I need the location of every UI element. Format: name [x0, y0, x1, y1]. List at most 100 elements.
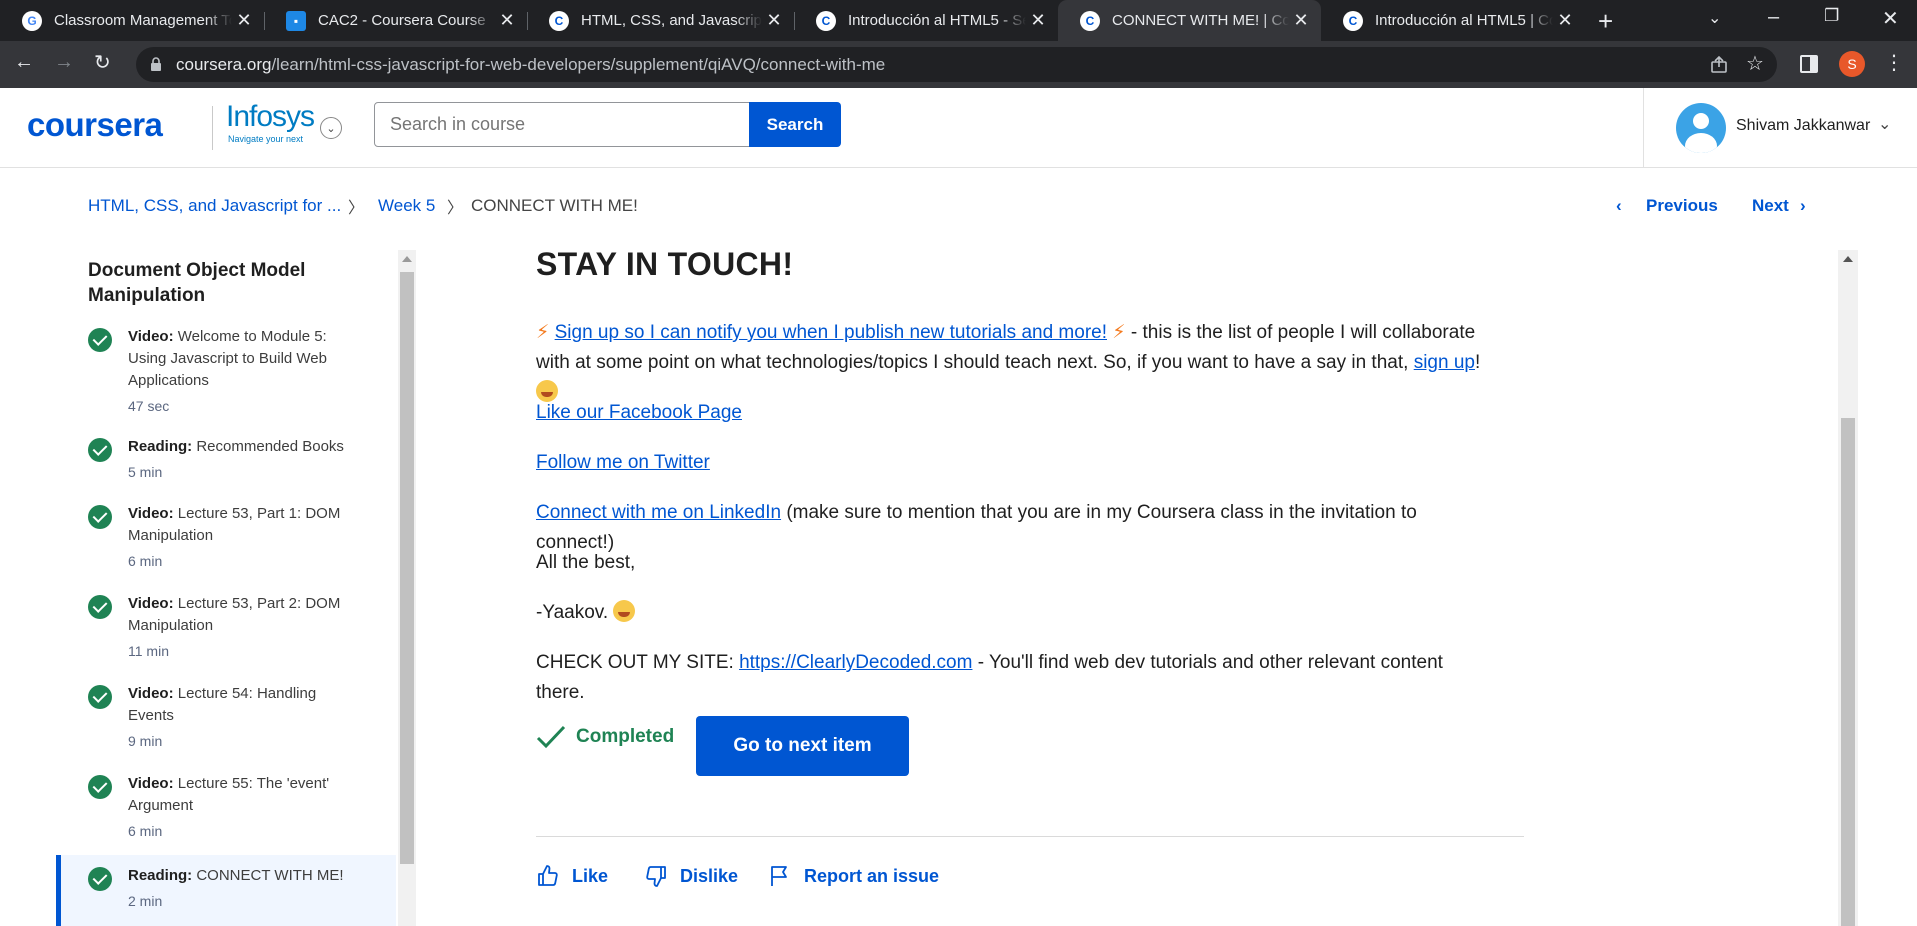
- scroll-up-icon[interactable]: [402, 256, 412, 262]
- chevron-right-icon[interactable]: ›: [1800, 196, 1806, 216]
- profile-initial: S: [1847, 56, 1857, 72]
- item-duration: 5 min: [128, 464, 163, 480]
- browser-tab[interactable]: C Introducción al HTML5 | Co ✕: [1321, 0, 1585, 41]
- like-label: Like: [572, 865, 609, 886]
- item-duration: 47 sec: [128, 398, 170, 414]
- signup-short-link[interactable]: sign up: [1414, 352, 1475, 373]
- sidebar-item[interactable]: Video: Lecture 55: The 'event' Argument …: [56, 773, 396, 843]
- item-duration: 6 min: [128, 553, 163, 569]
- close-tab-icon[interactable]: ✕: [1553, 10, 1577, 31]
- coursera-icon: C: [1080, 10, 1100, 31]
- completed-check-icon: [88, 867, 112, 891]
- coursera-logo[interactable]: coursera: [27, 106, 163, 144]
- new-tab-icon[interactable]: +: [1598, 6, 1613, 37]
- item-duration: 11 min: [128, 643, 169, 659]
- dislike-button[interactable]: Dislike: [644, 864, 738, 888]
- sidebar-item[interactable]: Video: Welcome to Module 5: Using Javasc…: [56, 326, 396, 416]
- chrome-menu-icon[interactable]: ⋮: [1884, 50, 1904, 75]
- previous-link[interactable]: Previous: [1646, 196, 1718, 216]
- sidebar-item-current[interactable]: Reading: CONNECT WITH ME! 2 min: [56, 855, 396, 926]
- go-to-next-item-button[interactable]: Go to next item: [696, 716, 909, 776]
- report-label: Report an issue: [804, 865, 940, 886]
- signature-text: -Yaakov.: [536, 602, 609, 623]
- user-avatar-icon[interactable]: [1676, 103, 1726, 153]
- header-divider: [1643, 88, 1644, 168]
- sidebar-item[interactable]: Video: Lecture 53, Part 1: DOM Manipulat…: [56, 503, 396, 573]
- twitter-link[interactable]: Follow me on Twitter: [536, 452, 710, 473]
- url-text: coursera.org/learn/html-css-javascript-f…: [176, 55, 886, 74]
- tab-search-icon[interactable]: ⌄: [1708, 8, 1721, 28]
- close-tab-icon[interactable]: ✕: [232, 10, 256, 31]
- smiling-face-icon: [613, 600, 636, 622]
- item-duration: 9 min: [128, 733, 163, 749]
- close-tab-icon[interactable]: ✕: [1026, 10, 1050, 31]
- reload-icon[interactable]: ↻: [94, 50, 111, 75]
- completed-label: Completed: [576, 726, 675, 747]
- signup-link[interactable]: Sign up so I can notify you when I publi…: [555, 322, 1107, 343]
- bookmark-star-icon[interactable]: ☆: [1746, 51, 1764, 76]
- close-tab-icon[interactable]: ✕: [495, 10, 519, 31]
- scrollbar-thumb[interactable]: [400, 272, 414, 864]
- sidebar-item[interactable]: Video: Lecture 54: Handling Events 9 min: [56, 683, 396, 753]
- chevron-right-icon: 〉: [447, 200, 464, 217]
- breadcrumb-course[interactable]: HTML, CSS, and Javascript for ...: [88, 196, 341, 216]
- share-icon[interactable]: [1710, 56, 1728, 74]
- minimize-icon[interactable]: –: [1768, 6, 1779, 29]
- like-button[interactable]: Like: [536, 864, 608, 888]
- thumbs-down-icon: [646, 866, 666, 887]
- tab-title: Introducción al HTML5 - Se: [848, 12, 1026, 29]
- closing-text: All the best,: [536, 552, 636, 573]
- close-window-icon[interactable]: ✕: [1882, 6, 1899, 31]
- scroll-up-icon[interactable]: [1843, 256, 1853, 262]
- restore-icon[interactable]: ❐: [1824, 6, 1839, 26]
- profile-avatar[interactable]: S: [1839, 51, 1865, 77]
- item-duration: 2 min: [128, 893, 163, 909]
- partner-name: Infosys: [226, 100, 315, 133]
- scrollbar-thumb[interactable]: [1841, 418, 1855, 926]
- browser-tab-active[interactable]: C CONNECT WITH ME! | Cour ✕: [1058, 0, 1321, 41]
- chevron-down-icon[interactable]: ⌄: [320, 117, 342, 139]
- site-paragraph: CHECK OUT MY SITE: https://ClearlyDecode…: [536, 648, 1496, 708]
- site-link[interactable]: https://ClearlyDecoded.com: [739, 652, 972, 673]
- forward-icon[interactable]: →: [54, 51, 74, 74]
- report-issue-button[interactable]: Report an issue: [768, 864, 939, 888]
- browser-tab[interactable]: C Introducción al HTML5 - Se ✕: [794, 0, 1058, 41]
- sidebar-scrollbar[interactable]: [398, 250, 416, 926]
- facebook-paragraph: Like our Facebook Page: [536, 398, 1496, 428]
- infosys-logo[interactable]: Infosys Navigate your next: [226, 100, 315, 144]
- item-type: Video:: [128, 328, 174, 345]
- completed-check-icon: [88, 595, 112, 619]
- content-scrollbar[interactable]: [1838, 250, 1858, 926]
- item-type: Video:: [128, 775, 174, 792]
- completed-check-icon: [88, 685, 112, 709]
- search-input[interactable]: [374, 102, 750, 147]
- facebook-link[interactable]: Like our Facebook Page: [536, 402, 742, 423]
- browser-tab[interactable]: C HTML, CSS, and Javascript f ✕: [527, 0, 794, 41]
- chevron-left-icon[interactable]: ‹: [1616, 196, 1622, 216]
- browser-toolbar: ← → ↻ coursera.org/learn/html-css-javasc…: [0, 41, 1917, 88]
- tab-title: Introducción al HTML5 | Co: [1375, 12, 1553, 29]
- search-button[interactable]: Search: [749, 102, 841, 147]
- thumbs-up-icon: [538, 865, 558, 886]
- linkedin-link[interactable]: Connect with me on LinkedIn: [536, 502, 781, 523]
- coursera-icon: C: [549, 10, 569, 31]
- dislike-label: Dislike: [680, 865, 739, 886]
- side-panel-icon[interactable]: [1800, 55, 1818, 73]
- next-link[interactable]: Next: [1752, 196, 1789, 216]
- address-bar[interactable]: coursera.org/learn/html-css-javascript-f…: [136, 47, 1777, 82]
- sidebar-item[interactable]: Video: Lecture 53, Part 2: DOM Manipulat…: [56, 593, 396, 663]
- sidebar-item[interactable]: Reading: Recommended Books 5 min: [56, 436, 396, 486]
- module-sidebar: Document Object Model Manipulation Video…: [56, 250, 418, 926]
- close-tab-icon[interactable]: ✕: [762, 10, 786, 31]
- user-name[interactable]: Shivam Jakkanwar: [1736, 117, 1870, 135]
- lightning-icon: ⚡: [536, 322, 550, 343]
- twitter-paragraph: Follow me on Twitter: [536, 448, 1496, 478]
- chevron-down-icon[interactable]: ⌄: [1878, 114, 1891, 134]
- browser-tab[interactable]: G Classroom Management To ✕: [0, 0, 264, 41]
- back-icon[interactable]: ←: [14, 51, 34, 74]
- item-type: Video:: [128, 595, 174, 612]
- item-title: Recommended Books: [196, 438, 344, 455]
- breadcrumb-week[interactable]: Week 5: [378, 196, 435, 216]
- browser-tab[interactable]: ▪ CAC2 - Coursera Course ✕: [264, 0, 527, 41]
- close-tab-icon[interactable]: ✕: [1289, 10, 1313, 31]
